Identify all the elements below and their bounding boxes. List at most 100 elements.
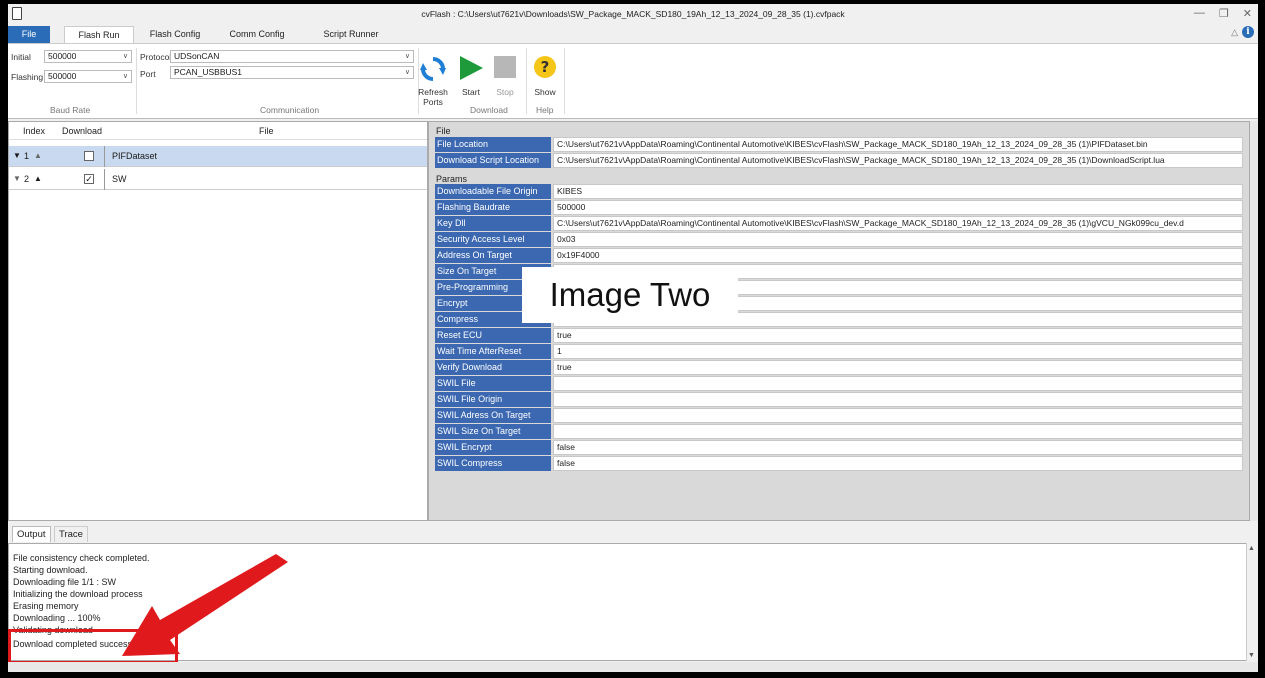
prop-value[interactable]: C:\Users\ut7621v\AppData\Roaming\Contine… [553,153,1243,168]
param-row[interactable]: Verify Download true [435,360,1243,375]
prop-row-file-location[interactable]: File Location C:\Users\ut7621v\AppData\R… [435,137,1243,152]
param-row[interactable]: SWIL Encrypt false [435,440,1243,455]
param-row[interactable]: SWIL File [435,376,1243,391]
download-group-label: Download [470,105,508,115]
param-value[interactable] [553,424,1243,439]
param-row[interactable]: Address On Target 0x19F4000 [435,248,1243,263]
tab-flash-config[interactable]: Flash Config [144,26,206,43]
scroll-up-icon[interactable]: ▲ [1248,545,1255,552]
refresh-ports-button[interactable]: Refresh Ports [418,50,448,110]
param-key: SWIL File [435,376,551,391]
param-value[interactable]: 1 [553,344,1243,359]
param-row[interactable]: SWIL Size On Target [435,424,1243,439]
sort-down-icon[interactable]: ▼ [13,174,21,183]
tab-script-runner[interactable]: Script Runner [316,26,386,43]
window-title: cvFlash : C:\Users\ut7621v\Downloads\SW_… [421,9,845,19]
collapse-ribbon-icon[interactable]: △ [1231,27,1238,38]
flashing-baud-select[interactable]: 500000 ∨ [44,70,132,83]
param-value[interactable]: 0x19F4000 [553,248,1243,263]
param-row[interactable]: Key Dll C:\Users\ut7621v\AppData\Roaming\… [435,216,1243,231]
stop-label: Stop [496,87,514,97]
tab-flash-run[interactable]: Flash Run [64,26,134,43]
show-help-button[interactable]: ? Show [530,50,560,100]
prop-value[interactable]: C:\Users\ut7621v\AppData\Roaming\Contine… [553,137,1243,152]
param-value[interactable]: false [553,456,1243,471]
stop-icon [494,56,516,78]
param-value[interactable]: true [553,328,1243,343]
restore-icon[interactable]: ❐ [1219,7,1229,20]
initial-baud-select[interactable]: 500000 ∨ [44,50,132,63]
params-section-title: Params [436,174,468,184]
chevron-down-icon: ∨ [122,73,128,80]
info-icon[interactable]: i [1242,26,1254,38]
divider [104,169,105,190]
properties-scrollbar[interactable] [1250,121,1258,521]
start-label: Start [462,87,480,97]
sort-up-icon[interactable]: ▲ [34,151,42,160]
image-caption-overlay: Image Two [522,267,738,323]
sort-down-icon[interactable]: ▼ [13,151,21,160]
prop-row-download-script[interactable]: Download Script Location C:\Users\ut7621… [435,153,1243,168]
protocol-select[interactable]: UDSonCAN ∨ [170,50,414,63]
param-row[interactable]: Reset ECU true [435,328,1243,343]
param-key: Wait Time AfterReset [435,344,551,359]
param-row[interactable]: Wait Time AfterReset 1 [435,344,1243,359]
ribbon-help-controls: △ i [1231,26,1254,38]
param-row[interactable]: SWIL Compress false [435,456,1243,471]
port-select[interactable]: PCAN_USBBUS1 ∨ [170,66,414,79]
param-key: Downloadable File Origin [435,184,551,199]
param-key: SWIL Adress On Target [435,408,551,423]
row-index: 1 [24,151,30,161]
prop-key: Download Script Location [435,153,551,168]
param-key: Address On Target [435,248,551,263]
download-checkbox[interactable]: ✓ [84,174,94,184]
sort-up-icon[interactable]: ▲ [34,174,42,183]
param-key: Flashing Baudrate [435,200,551,215]
initial-baud-value: 500000 [48,51,77,61]
param-value[interactable]: 0x03 [553,232,1243,247]
tab-file[interactable]: File [8,26,50,43]
file-row-2[interactable]: ▼ 2 ▲ ✓ SW [9,169,427,190]
stop-button[interactable]: Stop [490,50,520,100]
log-line: Downloading ... 100% [13,613,101,623]
download-checkbox[interactable] [84,151,94,161]
param-value[interactable]: 500000 [553,200,1243,215]
param-row[interactable]: SWIL Adress On Target [435,408,1243,423]
param-value[interactable]: false [553,440,1243,455]
param-row[interactable]: SWIL File Origin [435,392,1243,407]
file-row-1[interactable]: ▼ 1 ▲ PIFDataset [9,146,427,167]
status-bar [8,662,1258,672]
param-key: Security Access Level [435,232,551,247]
divider [526,48,527,114]
chevron-down-icon: ∨ [122,53,128,60]
param-key: SWIL Encrypt [435,440,551,455]
start-button[interactable]: Start [456,50,486,100]
communication-group-label: Communication [260,105,320,115]
param-row[interactable]: Security Access Level 0x03 [435,232,1243,247]
param-key: Verify Download [435,360,551,375]
param-value[interactable] [553,376,1243,391]
param-row[interactable]: Downloadable File Origin KIBES [435,184,1243,199]
red-arrow-icon [122,554,288,656]
param-value[interactable] [553,408,1243,423]
minimize-icon[interactable]: ― [1194,7,1205,20]
param-value[interactable]: C:\Users\ut7621v\AppData\Roaming\Contine… [553,216,1243,231]
log-line: Downloading file 1/1 : SW [13,577,117,587]
param-value[interactable] [553,392,1243,407]
param-value[interactable]: KIBES [553,184,1243,199]
param-row[interactable]: Flashing Baudrate 500000 [435,200,1243,215]
tab-output[interactable]: Output [12,526,51,542]
column-index: Index [23,126,46,136]
param-key: SWIL Size On Target [435,424,551,439]
ribbon-tabs: File Flash Run Flash Config Comm Config … [8,26,1258,43]
tab-trace[interactable]: Trace [54,526,88,542]
play-icon [460,56,483,80]
output-scrollbar[interactable]: ▲ ▼ [1246,543,1256,661]
param-value[interactable]: true [553,360,1243,375]
chevron-down-icon: ∨ [404,53,410,60]
scroll-down-icon[interactable]: ▼ [1248,652,1255,659]
tab-comm-config[interactable]: Comm Config [224,26,290,43]
initial-baud-label: Initial [11,52,31,62]
close-icon[interactable]: ✕ [1243,7,1252,20]
protocol-label: Protocol [140,52,172,62]
